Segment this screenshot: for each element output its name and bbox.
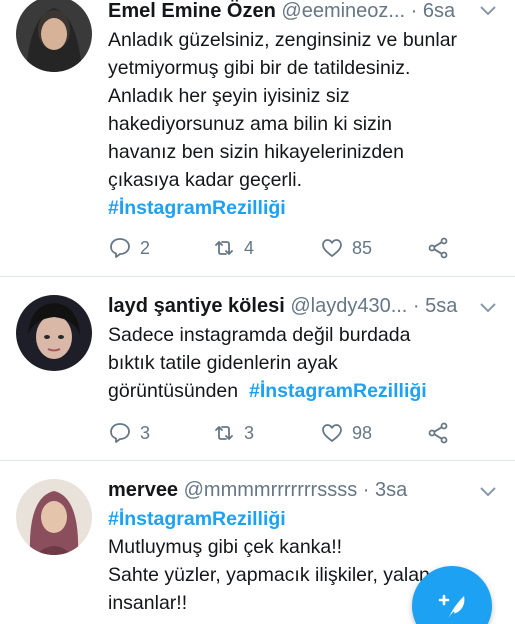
user-handle[interactable]: @laydy430... [290,295,407,317]
like-count: 98 [352,422,373,443]
display-name[interactable]: layd şantiye kölesi [108,295,285,317]
tweet-actions: 3 3 98 [108,419,468,447]
tweet-text: Anladık güzelsiniz, zenginsiniz ve bunla… [108,26,503,222]
like-count: 85 [352,237,373,258]
text-line: görüntüsünden [108,380,239,402]
hashtag-link[interactable]: #İnstagramRezilliği [108,197,286,219]
avatar-image [16,0,92,72]
share-button[interactable] [426,234,450,262]
share-icon [428,422,448,444]
tweet-2[interactable]: layd şantiye kölesi @laydy430... · 5sa S… [0,277,515,460]
text-line: Sadece instagramda değil burdada [108,324,411,346]
text-line: Anladık güzelsiniz, zenginsiniz ve bunla… [108,29,458,51]
retweet-button[interactable]: 4 [212,234,254,262]
display-name[interactable]: Emel Emine Özen [108,0,276,22]
timestamp[interactable]: 6sa [423,0,455,22]
retweet-button[interactable]: 3 [212,419,254,447]
display-name[interactable]: mervee [108,479,178,501]
separator-dot: · [412,295,420,317]
reply-icon [110,423,130,443]
tweet-header: layd şantiye kölesi @laydy430... · 5sa [108,293,475,319]
retweet-icon [215,241,233,255]
retweet-icon [215,426,233,440]
text-line: havanız ben sizin hikayelerinizden [108,141,404,163]
text-line: çıkasıya kadar geçerli. [108,169,303,191]
timestamp[interactable]: 3sa [375,479,407,501]
chevron-down-icon[interactable] [479,4,497,18]
tweet-1[interactable]: Emel Emine Özen @eemineoz... · 6sa Anlad… [0,0,515,276]
text-line: yetmiyormuş gibi bir de tatildesiniz. [108,57,411,79]
heart-icon [322,239,342,257]
text-line: Mutluymuş gibi çek kanka!! [108,536,343,558]
user-handle[interactable]: @eemineoz... [281,0,405,22]
compose-tweet-icon [438,594,465,621]
separator-dot: · [362,479,370,501]
retweet-count: 4 [244,237,255,258]
tweet-header: mervee @mmmmrrrrrrrssss · 3sa [108,477,475,503]
reply-button[interactable]: 3 [108,419,150,447]
reply-icon [110,238,130,258]
user-handle[interactable]: @mmmmrrrrrrrssss [184,479,358,501]
tweet-header: Emel Emine Özen @eemineoz... · 6sa [108,0,475,24]
text-line: Anladık her şeyin iyisiniz siz [108,85,350,107]
chevron-down-icon[interactable] [479,485,497,499]
share-button[interactable] [426,419,450,447]
tweet-actions: 2 4 85 [108,234,468,262]
avatar-mervee[interactable] [16,479,92,555]
hashtag-link[interactable]: #İnstagramRezilliği [108,508,286,530]
text-line: hakediyorsunuz ama bilin ki sizin [108,113,392,135]
separator-dot: · [410,0,418,22]
avatar-layd[interactable] [16,295,92,371]
avatar-image [16,479,92,555]
reply-count: 3 [140,422,151,443]
timestamp[interactable]: 5sa [425,295,457,317]
tweet-text: Sadece instagramda değil burdada bıktık … [108,321,503,405]
reply-button[interactable]: 2 [108,234,150,262]
avatar-image [16,295,92,371]
hashtag-link[interactable]: #İnstagramRezilliği [249,380,427,402]
chevron-down-icon[interactable] [479,301,497,315]
like-button[interactable]: 98 [320,419,372,447]
reply-count: 2 [140,237,151,258]
text-line: bıktık tatile gidenlerin ayak [108,352,338,374]
avatar-emel[interactable] [16,0,92,72]
retweet-count: 3 [244,422,255,443]
share-icon [428,237,448,259]
like-button[interactable]: 85 [320,234,372,262]
heart-icon [322,424,342,442]
